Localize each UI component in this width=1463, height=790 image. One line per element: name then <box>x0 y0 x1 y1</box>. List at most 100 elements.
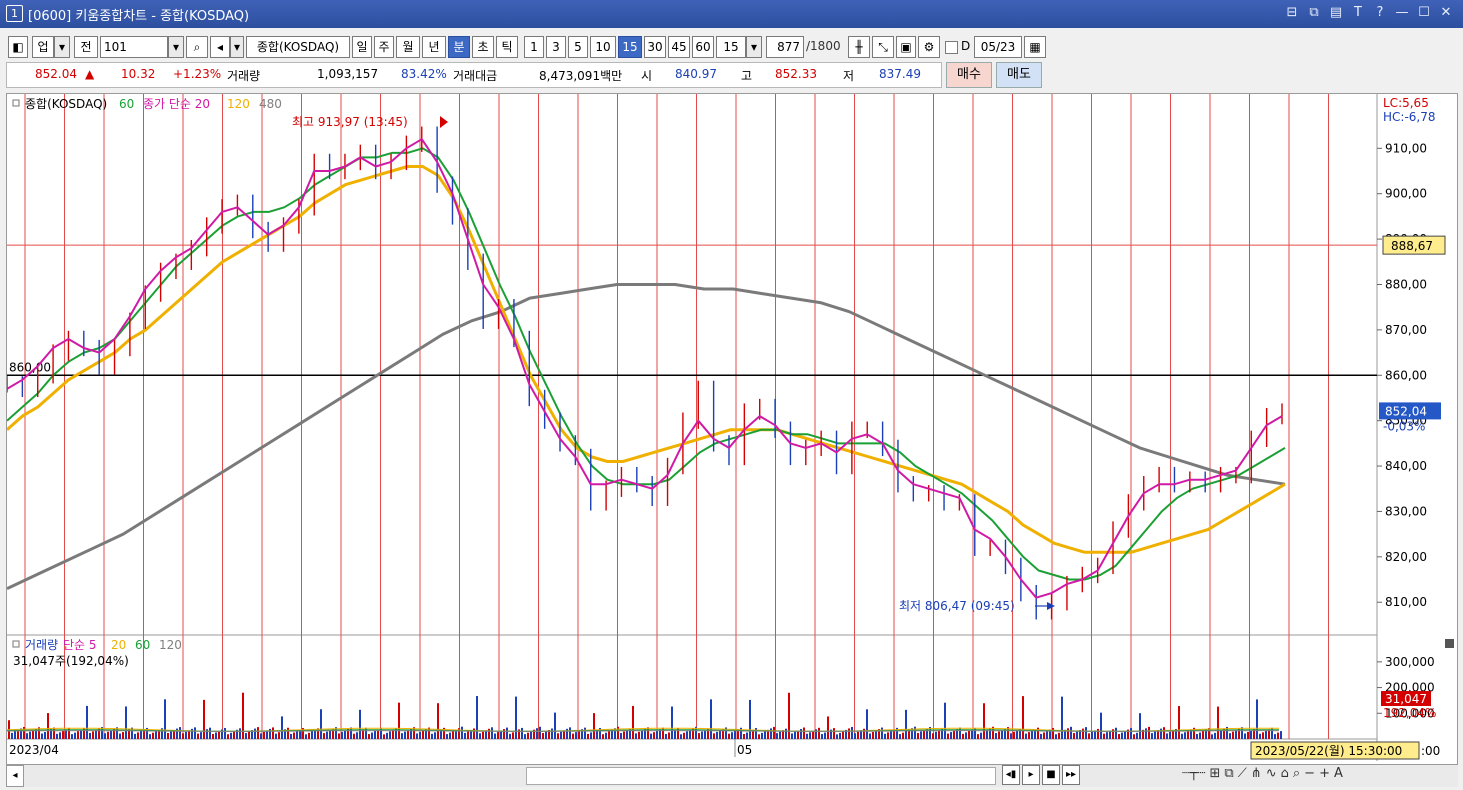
y-tick-label: 820,00 <box>1385 550 1427 564</box>
period-year[interactable]: 년 <box>422 36 446 58</box>
minute-1[interactable]: 1 <box>524 36 544 58</box>
amount-label: 거래대금 <box>453 69 498 83</box>
zoom-out-icon[interactable]: − <box>1304 766 1315 781</box>
maximize-icon[interactable]: ☐ <box>1415 4 1433 22</box>
date-input[interactable]: 05/23 <box>974 36 1022 58</box>
candle-type-icon[interactable]: ╫ <box>848 36 870 58</box>
legend-item: 종합(KOSDAQ) <box>25 97 107 111</box>
legend-item: 120 <box>227 97 250 111</box>
trend-icon[interactable]: ⟋ <box>1238 766 1247 781</box>
low-label: 저 <box>843 69 855 83</box>
x-label-april: 2023/04 <box>9 743 59 757</box>
help-icon[interactable]: ? <box>1371 4 1389 22</box>
sound-dropdown-icon[interactable]: ▾ <box>230 36 244 58</box>
chart-toolbar: ◧ 업 ▾ 전 101 ▾ ⌕ ◂ ▾ 종합(KOSDAQ) 일 주 월 년 분… <box>0 33 1463 59</box>
period-month[interactable]: 월 <box>396 36 420 58</box>
period-day[interactable]: 일 <box>352 36 372 58</box>
market-select[interactable]: 업 <box>32 36 54 58</box>
minute-60[interactable]: 60 <box>692 36 714 58</box>
close-icon[interactable]: ✕ <box>1437 4 1455 22</box>
amount-value: 8,473,091백만 <box>539 69 623 83</box>
minute-3[interactable]: 3 <box>546 36 566 58</box>
current-pct-label: -0,03% <box>1383 419 1425 433</box>
vol-legend-toggle-icon <box>12 640 20 648</box>
fast-forward-icon[interactable]: ▸▸ <box>1062 765 1080 785</box>
search-icon[interactable]: ⌕ <box>186 36 208 58</box>
zoom-in-icon[interactable]: + <box>1319 766 1330 781</box>
period-tick[interactable]: 틱 <box>496 36 518 58</box>
zoom-icon[interactable]: ⌕ <box>1293 766 1300 781</box>
toolbar-icon[interactable]: ▤ <box>1327 4 1345 22</box>
count-input[interactable]: 877 <box>766 36 804 58</box>
open-value: 840.97 <box>675 67 717 81</box>
period-second[interactable]: 초 <box>472 36 494 58</box>
minimize-icon[interactable]: — <box>1393 4 1411 22</box>
y-tick-label: 810,00 <box>1385 595 1427 609</box>
save-icon[interactable]: ▣ <box>896 36 916 58</box>
symbol-name: 종합(KOSDAQ) <box>246 36 350 58</box>
sell-button[interactable]: 매도 <box>996 62 1042 88</box>
volume-label: 거래량 <box>227 69 261 83</box>
sound-icon[interactable]: ◂ <box>210 36 230 58</box>
window-controls: ⊟ ⧉ ▤ T ? — ☐ ✕ <box>1283 4 1455 22</box>
frame-icon[interactable]: ⧉ <box>1224 766 1233 781</box>
line-tool-icon[interactable]: ⤡ <box>872 36 894 58</box>
volume-value: 1,093,157 <box>317 67 379 81</box>
code-input[interactable]: 101 <box>100 36 168 58</box>
play-icon[interactable]: ▸ <box>1022 765 1040 785</box>
period-minute[interactable]: 분 <box>448 36 470 58</box>
bottom-scroll-bar: ◂ ◂▮ ▸ ■ ▸▸ ┈┬┈ ⊞ ⧉ ⟋ ⋔ ∿ ⌂ ⌕ − + A <box>6 765 1458 787</box>
layout-icon[interactable]: ⊟ <box>1283 4 1301 22</box>
minute-15[interactable]: 15 <box>618 36 642 58</box>
interval-dropdown-icon[interactable]: ▾ <box>746 36 762 58</box>
chart-area[interactable]: 860,00 최고 913,97 (13:45) 최저 806,47 (09:45… <box>6 93 1458 765</box>
interval-input[interactable]: 15 <box>716 36 746 58</box>
scroll-left-icon[interactable]: ◂ <box>6 765 24 787</box>
low-annotation: 최저 806,47 (09:45) <box>899 599 1015 613</box>
title-bar: 1 [0600] 키움종합차트 - 종합(KOSDAQ) ⊟ ⧉ ▤ T ? —… <box>0 0 1463 28</box>
vol-legend-item: 단순 5 <box>63 638 97 652</box>
quote-row: 852.04 ▲ 10.32 +1.23% 거래량 1,093,157 83.4… <box>6 62 942 88</box>
gear-icon[interactable]: ⚙ <box>918 36 940 58</box>
chart-window: 1 [0600] 키움종합차트 - 종합(KOSDAQ) ⊟ ⧉ ▤ T ? —… <box>0 0 1463 790</box>
high-label: 고 <box>741 69 753 83</box>
grid-layer: 860,00 <box>7 94 1378 761</box>
stop-icon[interactable]: ■ <box>1042 765 1060 785</box>
code-dropdown-icon[interactable]: ▾ <box>168 36 184 58</box>
period-week[interactable]: 주 <box>374 36 394 58</box>
minute-45[interactable]: 45 <box>668 36 690 58</box>
window-number[interactable]: 1 <box>6 5 23 22</box>
up-arrow-icon: ▲ <box>85 67 95 81</box>
date-tooltip-text: 2023/05/22(월) 15:30:00 <box>1255 744 1402 758</box>
window-title: [0600] 키움종합차트 - 종합(KOSDAQ) <box>28 9 250 24</box>
market-dropdown-icon[interactable]: ▾ <box>54 36 70 58</box>
text-tool-icon[interactable]: A <box>1334 766 1343 781</box>
current-price: 852.04 <box>35 67 77 81</box>
y-tick-label: 910,00 <box>1385 141 1427 155</box>
count-max: /1800 <box>806 39 841 53</box>
minute-5[interactable]: 5 <box>568 36 588 58</box>
fib-icon[interactable]: ⋔ <box>1251 766 1262 781</box>
change-percent: +1.23% <box>173 67 222 81</box>
wave-icon[interactable]: ∿ <box>1266 766 1277 781</box>
y-tick-label: 870,00 <box>1385 323 1427 337</box>
scroll-thumb[interactable] <box>526 767 996 785</box>
price-chart[interactable]: 860,00 최고 913,97 (13:45) 최저 806,47 (09:45… <box>6 94 1457 764</box>
minute-10[interactable]: 10 <box>590 36 616 58</box>
vol-legend-item: 20 <box>111 638 126 652</box>
font-icon[interactable]: T <box>1349 4 1367 22</box>
d-checkbox[interactable] <box>945 41 958 54</box>
open-label: 시 <box>641 69 653 83</box>
vol-pct-label: 192,04% <box>1383 706 1436 720</box>
minute-30[interactable]: 30 <box>644 36 666 58</box>
vol-legend-item: 60 <box>135 638 150 652</box>
layout-toggle-icon[interactable]: ◧ <box>8 36 28 58</box>
buy-button[interactable]: 매수 <box>946 62 992 88</box>
magnet-icon[interactable]: ⌂ <box>1281 766 1289 781</box>
zoom-slider-icon[interactable]: ┈┬┈ <box>1182 766 1205 781</box>
cross-icon[interactable]: ⊞ <box>1209 766 1220 781</box>
view-button[interactable]: 전 <box>74 36 98 58</box>
step-back-icon[interactable]: ◂▮ <box>1002 765 1020 785</box>
calendar-icon[interactable]: ▦ <box>1024 36 1046 58</box>
copy-window-icon[interactable]: ⧉ <box>1305 4 1323 22</box>
